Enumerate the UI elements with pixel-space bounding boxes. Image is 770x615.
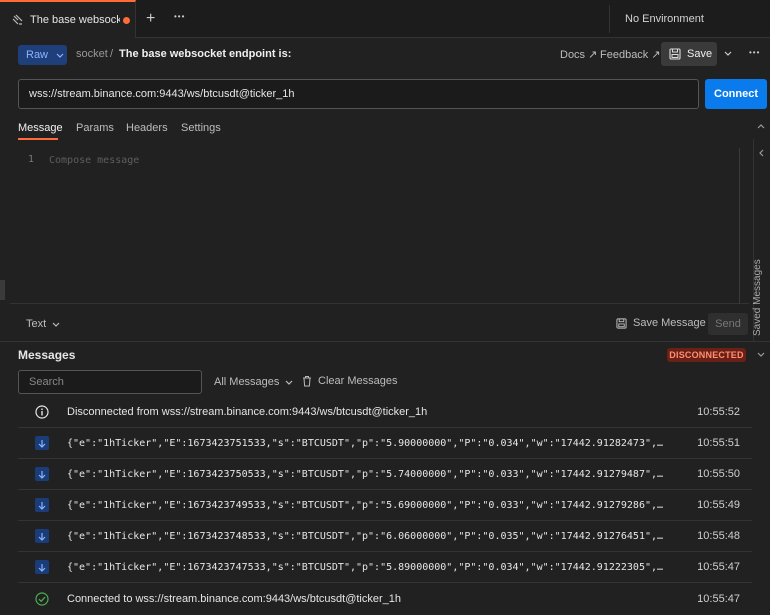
message-row[interactable]: {"e":"1hTicker","E":1673423749533,"s":"B… [18,490,752,521]
url-value: wss://stream.binance.com:9443/ws/btcusdt… [29,88,295,100]
message-timestamp: 10:55:49 [697,499,740,511]
editor-placeholder: Compose message [49,155,140,166]
message-row[interactable]: Connected to wss://stream.binance.com:94… [18,584,752,615]
resize-handle[interactable] [0,280,5,300]
tab-params[interactable]: Params [76,122,114,134]
breadcrumb-separator: / [110,48,114,60]
message-timestamp: 10:55:50 [697,468,740,480]
raw-mode-label: Raw [26,49,49,61]
message-text: Disconnected from wss://stream.binance.c… [67,406,428,418]
tab-bar: The base websocket e + ••• No Environmen… [0,0,770,38]
message-timestamp: 10:55:47 [697,593,740,605]
editor-scrollbar [739,148,740,304]
chevron-down-icon [724,51,732,56]
message-row[interactable]: {"e":"1hTicker","E":1673423750533,"s":"B… [18,459,752,490]
messages-title: Messages [18,348,76,362]
chevron-down-icon [285,380,293,385]
message-timestamp: 10:55:48 [697,530,740,542]
environment-select[interactable]: No Environment [609,5,770,33]
tab-websocket-request[interactable]: The base websocket e [0,0,136,38]
request-name[interactable]: The base websocket endpoint is: [119,48,291,60]
format-label: Text [26,318,47,330]
tab-settings[interactable]: Settings [181,122,221,134]
collapse-chevron-icon[interactable] [757,124,765,129]
message-text: {"e":"1hTicker","E":1673423750533,"s":"B… [67,469,667,480]
save-icon [669,48,681,60]
save-message-label: Save Message [633,317,706,329]
message-row[interactable]: {"e":"1hTicker","E":1673423751533,"s":"B… [18,428,752,459]
environment-label: No Environment [625,13,704,25]
docs-link[interactable]: Docs ↗ [560,48,597,61]
clear-messages-label: Clear Messages [318,375,398,387]
raw-mode-select[interactable]: Raw [18,45,67,65]
new-tab-button[interactable]: + [146,10,155,28]
line-number: 1 [28,154,35,165]
chevron-down-icon[interactable] [757,352,765,357]
format-select[interactable]: Text [26,318,60,330]
message-text: {"e":"1hTicker","E":1673423749533,"s":"B… [67,500,667,511]
message-row[interactable]: {"e":"1hTicker","E":1673423748533,"s":"B… [18,521,752,552]
save-message-button[interactable]: Save Message [616,317,706,329]
incoming-arrow-icon [35,436,49,450]
tab-options-button[interactable]: ••• [174,12,185,21]
feedback-link[interactable]: Feedback ↗ [600,48,661,61]
info-icon [35,405,49,419]
success-check-icon [35,592,49,606]
status-badge: DISCONNECTED [667,348,746,362]
breadcrumb-collection[interactable]: socket [76,48,108,60]
message-row[interactable]: {"e":"1hTicker","E":1673423747533,"s":"B… [18,552,752,583]
tab-headers[interactable]: Headers [126,122,168,134]
message-row[interactable]: Disconnected from wss://stream.binance.c… [18,397,752,428]
clear-messages-button[interactable]: Clear Messages [302,375,397,387]
tab-message[interactable]: Message [18,122,63,134]
incoming-arrow-icon [35,529,49,543]
send-button[interactable]: Send [708,313,748,335]
save-icon [616,317,627,329]
message-text: {"e":"1hTicker","E":1673423748533,"s":"B… [67,531,667,542]
chevron-down-icon [52,322,60,327]
message-timestamp: 10:55:52 [697,406,740,418]
chevron-left-icon[interactable] [758,149,764,157]
incoming-arrow-icon [35,498,49,512]
message-editor[interactable]: 1 Compose message [10,148,749,304]
message-timestamp: 10:55:47 [697,561,740,573]
incoming-arrow-icon [35,467,49,481]
save-label: Save [687,48,713,60]
more-options-button[interactable]: ••• [749,48,760,57]
message-text: Connected to wss://stream.binance.com:94… [67,593,401,605]
saved-messages-label[interactable]: Saved Messages [752,259,763,336]
url-input[interactable]: wss://stream.binance.com:9443/ws/btcusdt… [18,79,699,109]
message-filter-label: All Messages [214,376,280,388]
incoming-arrow-icon [35,560,49,574]
message-text: {"e":"1hTicker","E":1673423751533,"s":"B… [67,438,667,449]
message-filter-select[interactable]: All Messages [214,376,293,388]
search-input[interactable] [18,370,202,394]
active-tab-indicator [18,138,58,140]
save-button[interactable]: Save [661,42,717,66]
save-options-button[interactable] [717,42,739,66]
connect-button[interactable]: Connect [705,79,767,109]
websocket-icon [12,14,24,26]
chevron-down-icon [56,53,64,58]
tab-title: The base websocket e [30,14,120,26]
message-timestamp: 10:55:51 [697,437,740,449]
divider [0,341,770,342]
message-text: {"e":"1hTicker","E":1673423747533,"s":"B… [67,562,667,573]
unsaved-dot-icon [123,16,130,24]
trash-icon [303,376,311,387]
